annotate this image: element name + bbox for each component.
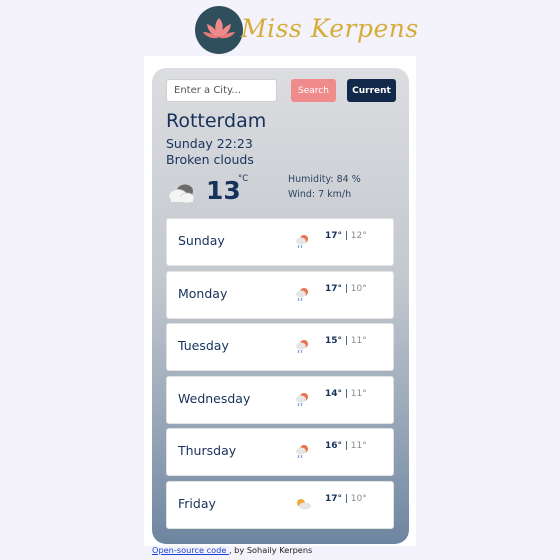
forecast-row: Thursday 16° | 11° (166, 428, 394, 476)
forecast-temps: 15° | 11° (325, 336, 367, 346)
forecast-temps: 17° | 10° (325, 284, 367, 294)
weather-description: Broken clouds (166, 152, 254, 167)
rain-icon (294, 286, 310, 306)
forecast-max-temp: 16° (325, 441, 343, 451)
forecast-min-temp: 10° (350, 494, 367, 504)
forecast-min-temp: 10° (350, 284, 367, 294)
open-source-code-link[interactable]: Open-source code (152, 545, 229, 555)
forecast-row: Tuesday 15° | 11° (166, 323, 394, 371)
city-search-input[interactable] (166, 79, 277, 102)
forecast-day: Monday (178, 286, 228, 301)
forecast-min-temp: 11° (350, 336, 367, 346)
forecast-row: Friday 17° | 10° (166, 481, 394, 529)
temperature-unit: °C (238, 174, 249, 184)
forecast-max-temp: 14° (325, 389, 343, 399)
rain-icon (294, 338, 310, 358)
humidity-readout: Humidity: 84 % (288, 174, 361, 185)
forecast-row: Sunday 17° | 12° (166, 218, 394, 266)
brand-logo: Miss Kerpens (195, 5, 418, 55)
forecast-max-temp: 17° (325, 231, 343, 241)
lotus-icon (195, 6, 243, 54)
forecast-min-temp: 12° (350, 231, 367, 241)
forecast-max-temp: 17° (325, 494, 343, 504)
forecast-temps: 16° | 11° (325, 441, 367, 451)
rain-icon (294, 233, 310, 253)
forecast-row: Monday 17° | 10° (166, 271, 394, 319)
rain-icon (294, 443, 310, 463)
city-name: Rotterdam (166, 110, 267, 132)
forecast-day: Tuesday (178, 338, 229, 353)
current-datetime: Sunday 22:23 (166, 136, 253, 151)
forecast-temps: 14° | 11° (325, 389, 367, 399)
forecast-min-temp: 11° (350, 389, 367, 399)
broken-clouds-icon (166, 181, 198, 209)
forecast-temps: 17° | 10° (325, 494, 367, 504)
forecast-min-temp: 11° (350, 441, 367, 451)
rain-icon (294, 391, 310, 411)
forecast-day: Sunday (178, 233, 225, 248)
forecast-day: Thursday (178, 443, 237, 458)
current-temperature: 13 (206, 176, 241, 205)
forecast-max-temp: 17° (325, 284, 343, 294)
forecast-day: Friday (178, 496, 216, 511)
brand-name: Miss Kerpens (241, 14, 419, 43)
forecast-day: Wednesday (178, 391, 251, 406)
forecast-row: Wednesday 14° | 11° (166, 376, 394, 424)
sun-cloud-icon (294, 496, 312, 516)
search-button[interactable]: Search (291, 79, 336, 102)
footer-author: , by Sohaily Kerpens (228, 545, 313, 555)
wind-readout: Wind: 7 km/h (288, 189, 352, 200)
current-location-button[interactable]: Current (347, 79, 396, 102)
forecast-temps: 17° | 12° (325, 231, 367, 241)
footer: Open-source code , by Sohaily Kerpens (152, 545, 312, 555)
forecast-max-temp: 15° (325, 336, 343, 346)
